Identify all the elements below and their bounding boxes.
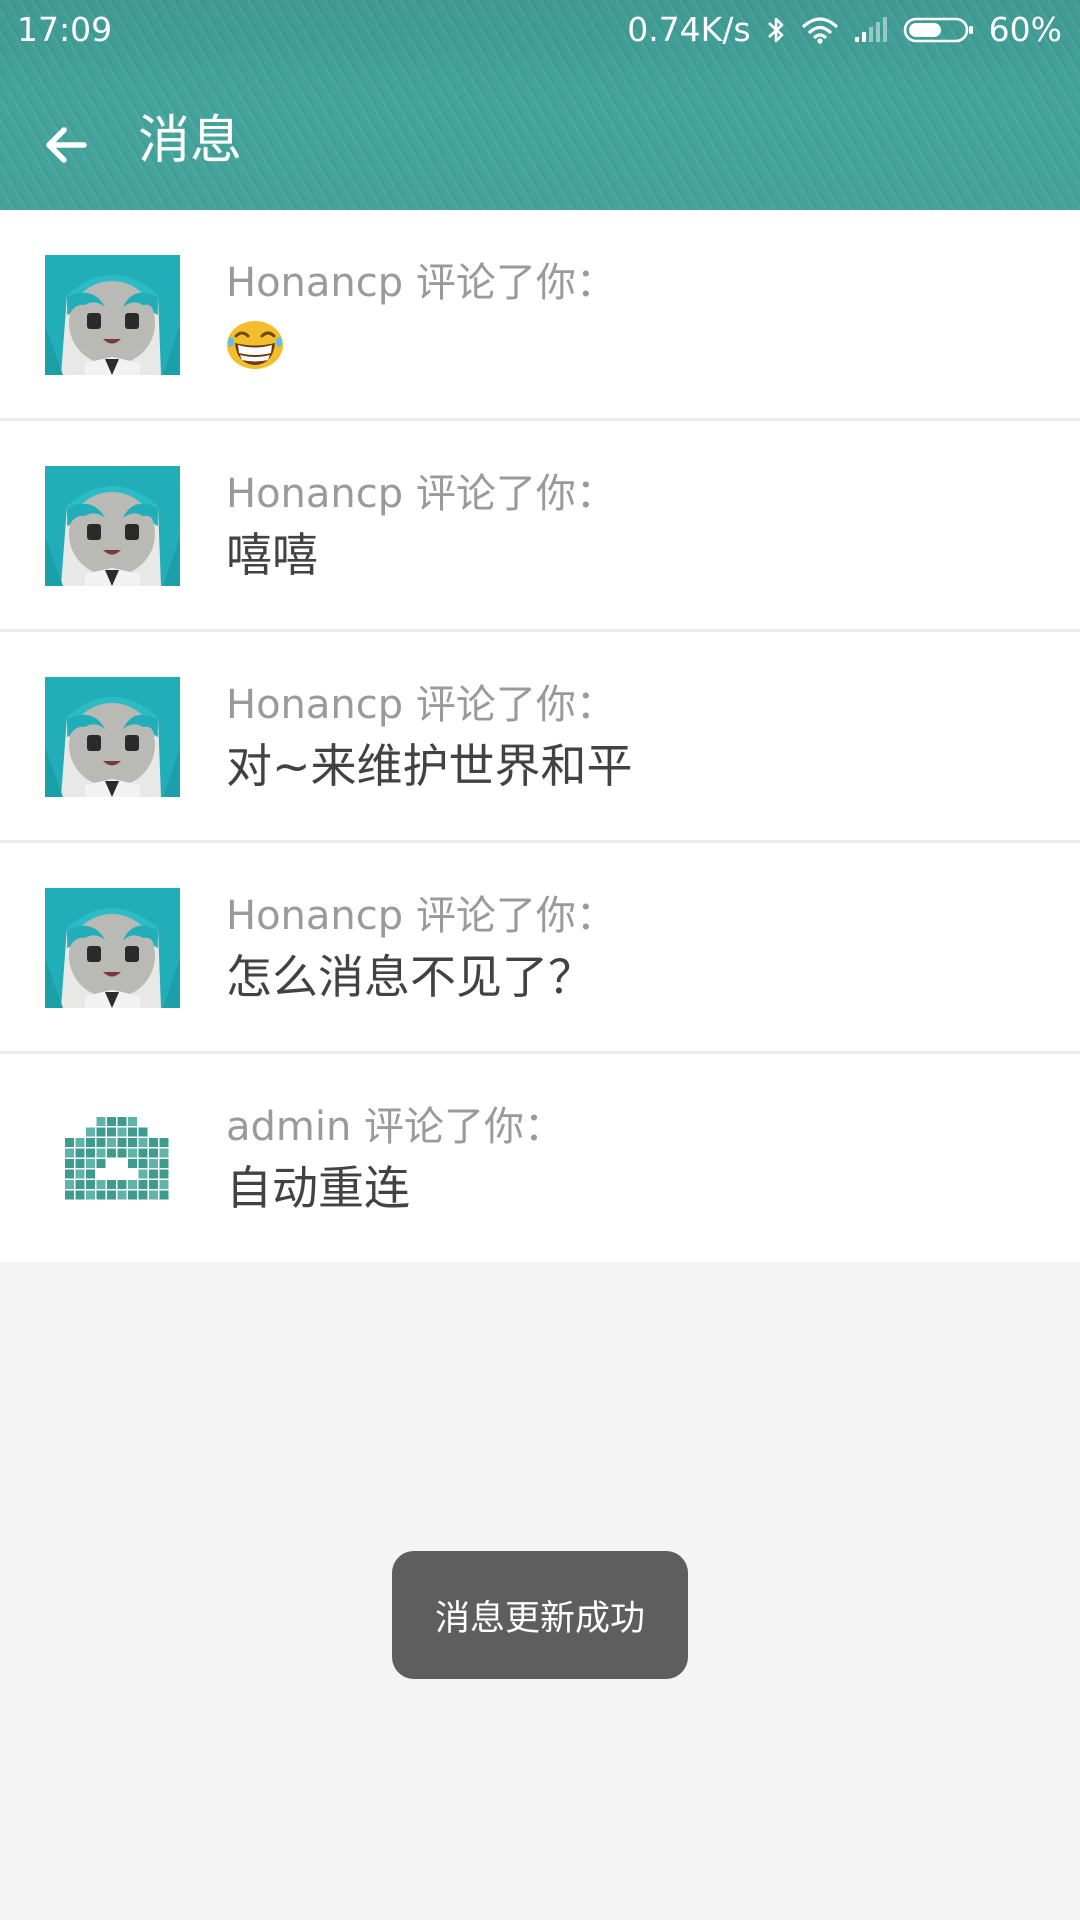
sender-line: Honancp 评论了你：	[226, 260, 616, 306]
message-body: 嘻嘻	[226, 528, 318, 582]
avatar	[45, 888, 180, 1008]
bluetooth-icon	[765, 14, 787, 46]
battery-icon	[903, 15, 975, 45]
avatar	[45, 255, 180, 375]
arrow-left-icon	[46, 127, 87, 163]
toast-notification: 消息更新成功	[392, 1551, 688, 1679]
anime-girl-avatar-icon	[45, 466, 180, 586]
message-body: 对~来维护世界和平	[226, 739, 633, 793]
back-button[interactable]	[36, 115, 96, 175]
app-header: 17:09 0.74K/s 60% 消息	[0, 0, 1080, 210]
messages-screen: 17:09 0.74K/s 60% 消息 Honancp 评论了你： Honan…	[0, 0, 1080, 1920]
message-list: Honancp 评论了你： Honancp 评论了你： 嘻嘻 Honancp 评…	[0, 210, 1080, 1262]
sender-line: Honancp 评论了你：	[226, 893, 616, 939]
page-title: 消息	[138, 111, 243, 171]
anime-girl-avatar-icon	[45, 255, 180, 375]
list-item[interactable]: Honancp 评论了你： 怎么消息不见了？	[0, 843, 1080, 1054]
battery-percent: 60%	[988, 10, 1062, 49]
network-speed: 0.74K/s	[627, 10, 751, 49]
grinning-emoji-icon	[226, 320, 284, 370]
wifi-icon	[801, 15, 839, 45]
status-icons: 0.74K/s 60%	[627, 10, 1062, 49]
list-item[interactable]: Honancp 评论了你：	[0, 210, 1080, 421]
sender-line: Honancp 评论了你：	[226, 682, 616, 728]
sender-line: admin 评论了你：	[226, 1104, 565, 1150]
message-body: 自动重连	[226, 1161, 410, 1215]
pixel-identicon-avatar-icon	[45, 1099, 180, 1219]
avatar	[45, 466, 180, 586]
cell-signal-icon	[853, 16, 889, 44]
anime-girl-avatar-icon	[45, 888, 180, 1008]
sender-line: Honancp 评论了你：	[226, 471, 616, 517]
status-time: 17:09	[17, 10, 113, 49]
list-item[interactable]: admin 评论了你： 自动重连	[0, 1054, 1080, 1262]
avatar	[45, 1099, 180, 1219]
toolbar: 消息	[0, 95, 1080, 195]
avatar	[45, 677, 180, 797]
list-item[interactable]: Honancp 评论了你： 嘻嘻	[0, 421, 1080, 632]
list-item[interactable]: Honancp 评论了你： 对~来维护世界和平	[0, 632, 1080, 843]
anime-girl-avatar-icon	[45, 677, 180, 797]
message-body: 怎么消息不见了？	[226, 950, 594, 1004]
status-bar: 17:09 0.74K/s 60%	[0, 0, 1080, 62]
